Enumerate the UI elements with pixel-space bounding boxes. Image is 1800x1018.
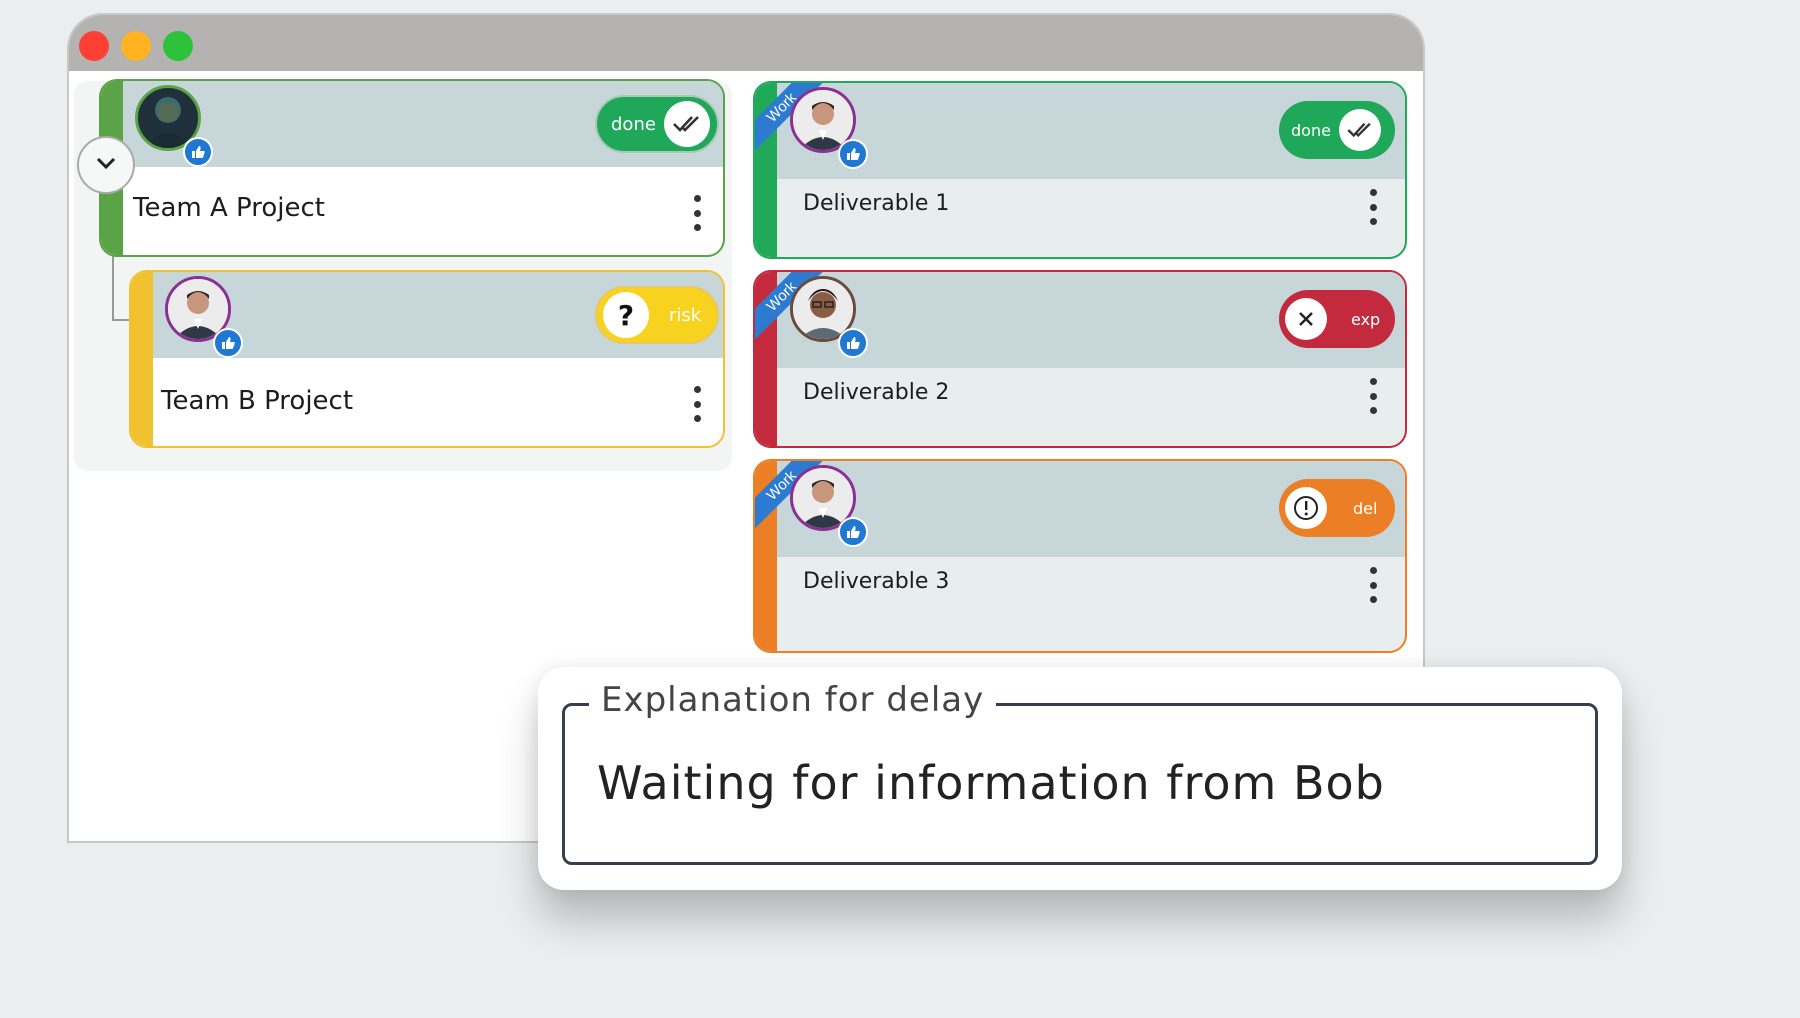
field-value[interactable]: Waiting for information from Bob	[597, 756, 1385, 810]
double-check-icon	[663, 101, 710, 147]
delay-explanation-field[interactable]: Explanation for delay Waiting for inform…	[562, 680, 1598, 865]
close-window-button[interactable]	[79, 31, 109, 61]
deliverable-title: Deliverable 3	[803, 569, 950, 594]
status-strip	[131, 272, 153, 446]
thumbs-up-icon[interactable]	[838, 139, 868, 169]
status-label: done	[1291, 120, 1331, 140]
project-title: Team B Project	[161, 386, 354, 416]
menu-icon[interactable]	[687, 195, 707, 231]
maximize-window-button[interactable]	[163, 31, 193, 61]
exclamation-icon	[1285, 487, 1327, 529]
status-label: risk	[669, 304, 702, 326]
deliverable-title: Deliverable 2	[803, 380, 950, 405]
double-check-icon	[1338, 109, 1381, 151]
menu-icon[interactable]	[1363, 189, 1383, 225]
question-icon: ?	[603, 292, 649, 338]
expand-button[interactable]	[77, 136, 135, 194]
status-badge-done[interactable]: done	[595, 95, 719, 153]
status-label: done	[611, 113, 656, 135]
menu-icon[interactable]	[1363, 567, 1383, 603]
project-title: Team A Project	[133, 193, 325, 223]
minimize-window-button[interactable]	[121, 31, 151, 61]
chevron-down-icon	[95, 156, 117, 175]
menu-icon[interactable]	[687, 386, 707, 422]
status-badge-delayed[interactable]: del	[1279, 479, 1395, 537]
thumbs-up-icon[interactable]	[838, 517, 868, 547]
thumbs-up-icon[interactable]	[183, 137, 213, 167]
thumbs-up-icon[interactable]	[213, 328, 243, 358]
menu-icon[interactable]	[1363, 378, 1383, 414]
deliverable-title: Deliverable 1	[803, 191, 950, 216]
thumbs-up-icon[interactable]	[838, 328, 868, 358]
status-badge-done[interactable]: done	[1279, 101, 1395, 159]
status-label: exp	[1351, 309, 1381, 329]
status-badge-risk[interactable]: ? risk	[595, 286, 719, 344]
title-bar	[69, 15, 1423, 71]
status-label: del	[1353, 498, 1378, 518]
close-icon	[1285, 298, 1327, 340]
delay-explanation-popup: Explanation for delay Waiting for inform…	[538, 667, 1622, 890]
status-badge-expired[interactable]: exp	[1279, 290, 1395, 348]
field-label: Explanation for delay	[589, 680, 997, 720]
